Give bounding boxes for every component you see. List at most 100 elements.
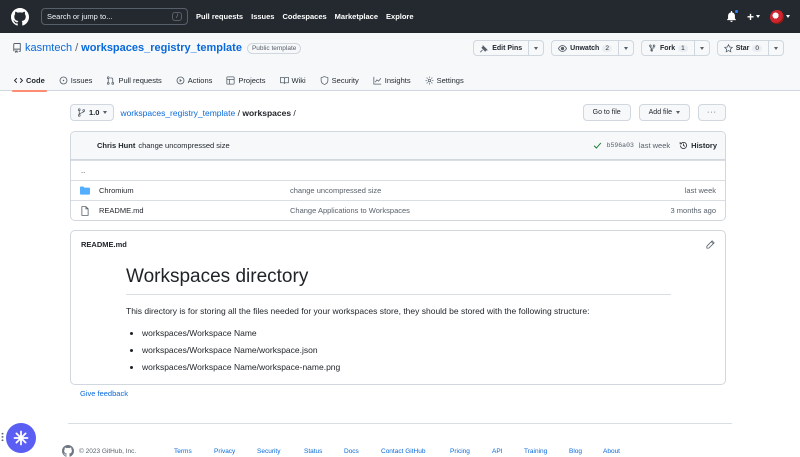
tab-projects[interactable]: Projects (226, 70, 266, 91)
fork-dropdown[interactable] (694, 40, 710, 56)
chevron-down-icon (103, 111, 108, 114)
commit-message[interactable]: change uncompressed size (138, 141, 229, 150)
gear-icon (425, 76, 434, 85)
footer-link-terms[interactable]: Terms (174, 448, 214, 455)
edit-pins-dropdown[interactable] (529, 40, 545, 56)
tab-label: Actions (187, 76, 213, 85)
nav-pull-requests[interactable]: Pull requests (196, 12, 243, 21)
go-to-file-button[interactable]: Go to file (582, 104, 631, 121)
nav-issues[interactable]: Issues (251, 12, 274, 21)
repo-owner-link[interactable]: kasmtech (25, 42, 72, 54)
more-options-button[interactable]: ··· (698, 104, 726, 121)
code-icon (14, 77, 23, 84)
tab-label: Projects (238, 76, 266, 85)
latest-commit-bar: Chris Hunt change uncompressed size b596… (71, 132, 725, 160)
fork-button[interactable]: Fork 1 (640, 40, 695, 56)
tab-settings[interactable]: Settings (425, 70, 464, 91)
footer-link-training[interactable]: Training (524, 448, 569, 455)
nav-explore[interactable]: Explore (386, 12, 414, 21)
pencil-icon[interactable] (706, 239, 715, 249)
file-commit-message[interactable]: Change Applications to Workspaces (290, 206, 410, 215)
floating-extension-button[interactable] (6, 423, 36, 453)
footer-link-blog[interactable]: Blog (569, 448, 603, 455)
search-placeholder: Search or jump to... (47, 12, 113, 21)
breadcrumb-repo-link[interactable]: workspaces_registry_template (120, 108, 235, 118)
notifications-button[interactable] (726, 9, 739, 22)
file-name-link[interactable]: README.md (99, 206, 144, 215)
repo-icon (13, 43, 21, 53)
readme-content: Workspaces directory This directory is f… (126, 266, 671, 379)
watch-dropdown[interactable] (618, 40, 634, 56)
footer-link-pricing[interactable]: Pricing (450, 448, 492, 455)
branch-selector[interactable]: 1.0 (70, 104, 115, 121)
readme-heading: Workspaces directory (126, 266, 671, 295)
tab-pull-requests[interactable]: Pull requests (106, 70, 162, 91)
issue-icon (59, 76, 68, 85)
add-file-label: Add file (648, 109, 672, 116)
tab-insights[interactable]: Insights (373, 70, 411, 91)
unwatch-button[interactable]: Unwatch 2 (551, 40, 619, 56)
parent-directory-row[interactable]: .. (71, 160, 725, 180)
drag-handle[interactable] (1, 432, 4, 442)
copyright-text: © 2023 GitHub, Inc. (79, 447, 137, 455)
list-item: workspaces/Workspace Name (142, 328, 671, 338)
user-menu-button[interactable] (770, 9, 790, 24)
footer-link-about[interactable]: About (603, 448, 620, 455)
repo-title-separator: / (75, 42, 79, 54)
tab-label: Pull requests (118, 76, 162, 85)
tab-code[interactable]: Code (12, 70, 47, 92)
footer-link-contact[interactable]: Contact GitHub (381, 448, 450, 455)
tab-wiki[interactable]: Wiki (279, 70, 306, 91)
list-item: workspaces/Workspace Name/workspace-name… (142, 362, 671, 372)
footer-link-security[interactable]: Security (257, 448, 304, 455)
footer-link-status[interactable]: Status (304, 448, 344, 455)
unread-indicator (733, 9, 739, 14)
star-icon (723, 43, 733, 53)
repo-tabs: Code Issues Pull requests Actions Projec… (12, 70, 464, 92)
give-feedback-link[interactable]: Give feedback (80, 389, 128, 398)
footer-link-docs[interactable]: Docs (344, 448, 381, 455)
github-logo-icon[interactable] (11, 7, 29, 26)
plus-icon: + (746, 9, 754, 24)
repository-header: kasmtech / workspaces_registry_template … (0, 33, 800, 92)
breadcrumb: workspaces_registry_template / workspace… (120, 108, 295, 118)
parent-directory-link[interactable]: .. (81, 166, 85, 175)
file-name-cell: Chromium (80, 186, 290, 195)
commit-sha[interactable]: b596a03 (607, 142, 634, 149)
tab-security[interactable]: Security (320, 70, 359, 91)
nav-codespaces[interactable]: Codespaces (282, 12, 326, 21)
eye-icon (558, 44, 568, 52)
readme-paragraph: This directory is for storing all the fi… (126, 306, 590, 316)
nav-marketplace[interactable]: Marketplace (335, 12, 378, 21)
path-actions: Go to file Add file ··· (582, 104, 726, 121)
table-row[interactable]: Chromium change uncompressed size last w… (71, 180, 725, 200)
visibility-badge: Public template (246, 42, 302, 54)
readme-filename[interactable]: README.md (81, 240, 127, 249)
footer-link-api[interactable]: API (492, 448, 524, 455)
star-dropdown[interactable] (769, 40, 784, 56)
create-new-button[interactable]: + (747, 10, 760, 24)
chevron-down-icon (534, 46, 539, 50)
add-file-button[interactable]: Add file (638, 104, 690, 121)
footer-link-privacy[interactable]: Privacy (214, 448, 257, 455)
history-button[interactable]: History (679, 141, 717, 150)
repo-name-link[interactable]: workspaces_registry_template (81, 42, 242, 54)
file-icon (81, 205, 89, 216)
file-name-link[interactable]: Chromium (99, 186, 134, 195)
file-name-cell: README.md (80, 205, 290, 216)
search-input[interactable]: Search or jump to... / (41, 8, 188, 25)
star-button[interactable]: Star 0 (716, 40, 769, 56)
tab-label: Code (26, 76, 45, 85)
tab-label: Settings (436, 76, 464, 85)
tab-issues[interactable]: Issues (59, 70, 92, 91)
global-nav: Pull requests Issues Codespaces Marketpl… (196, 12, 422, 21)
commit-author[interactable]: Chris Hunt (97, 141, 135, 150)
github-mark-icon[interactable] (62, 445, 74, 457)
table-row[interactable]: README.md Change Applications to Workspa… (71, 200, 725, 220)
tab-actions[interactable]: Actions (176, 70, 213, 91)
edit-pins-button[interactable]: Edit Pins (473, 40, 530, 56)
chevron-down-icon (676, 111, 680, 114)
file-commit-message[interactable]: change uncompressed size (290, 186, 381, 195)
graph-icon (373, 76, 381, 85)
tab-label: Insights (384, 76, 411, 85)
